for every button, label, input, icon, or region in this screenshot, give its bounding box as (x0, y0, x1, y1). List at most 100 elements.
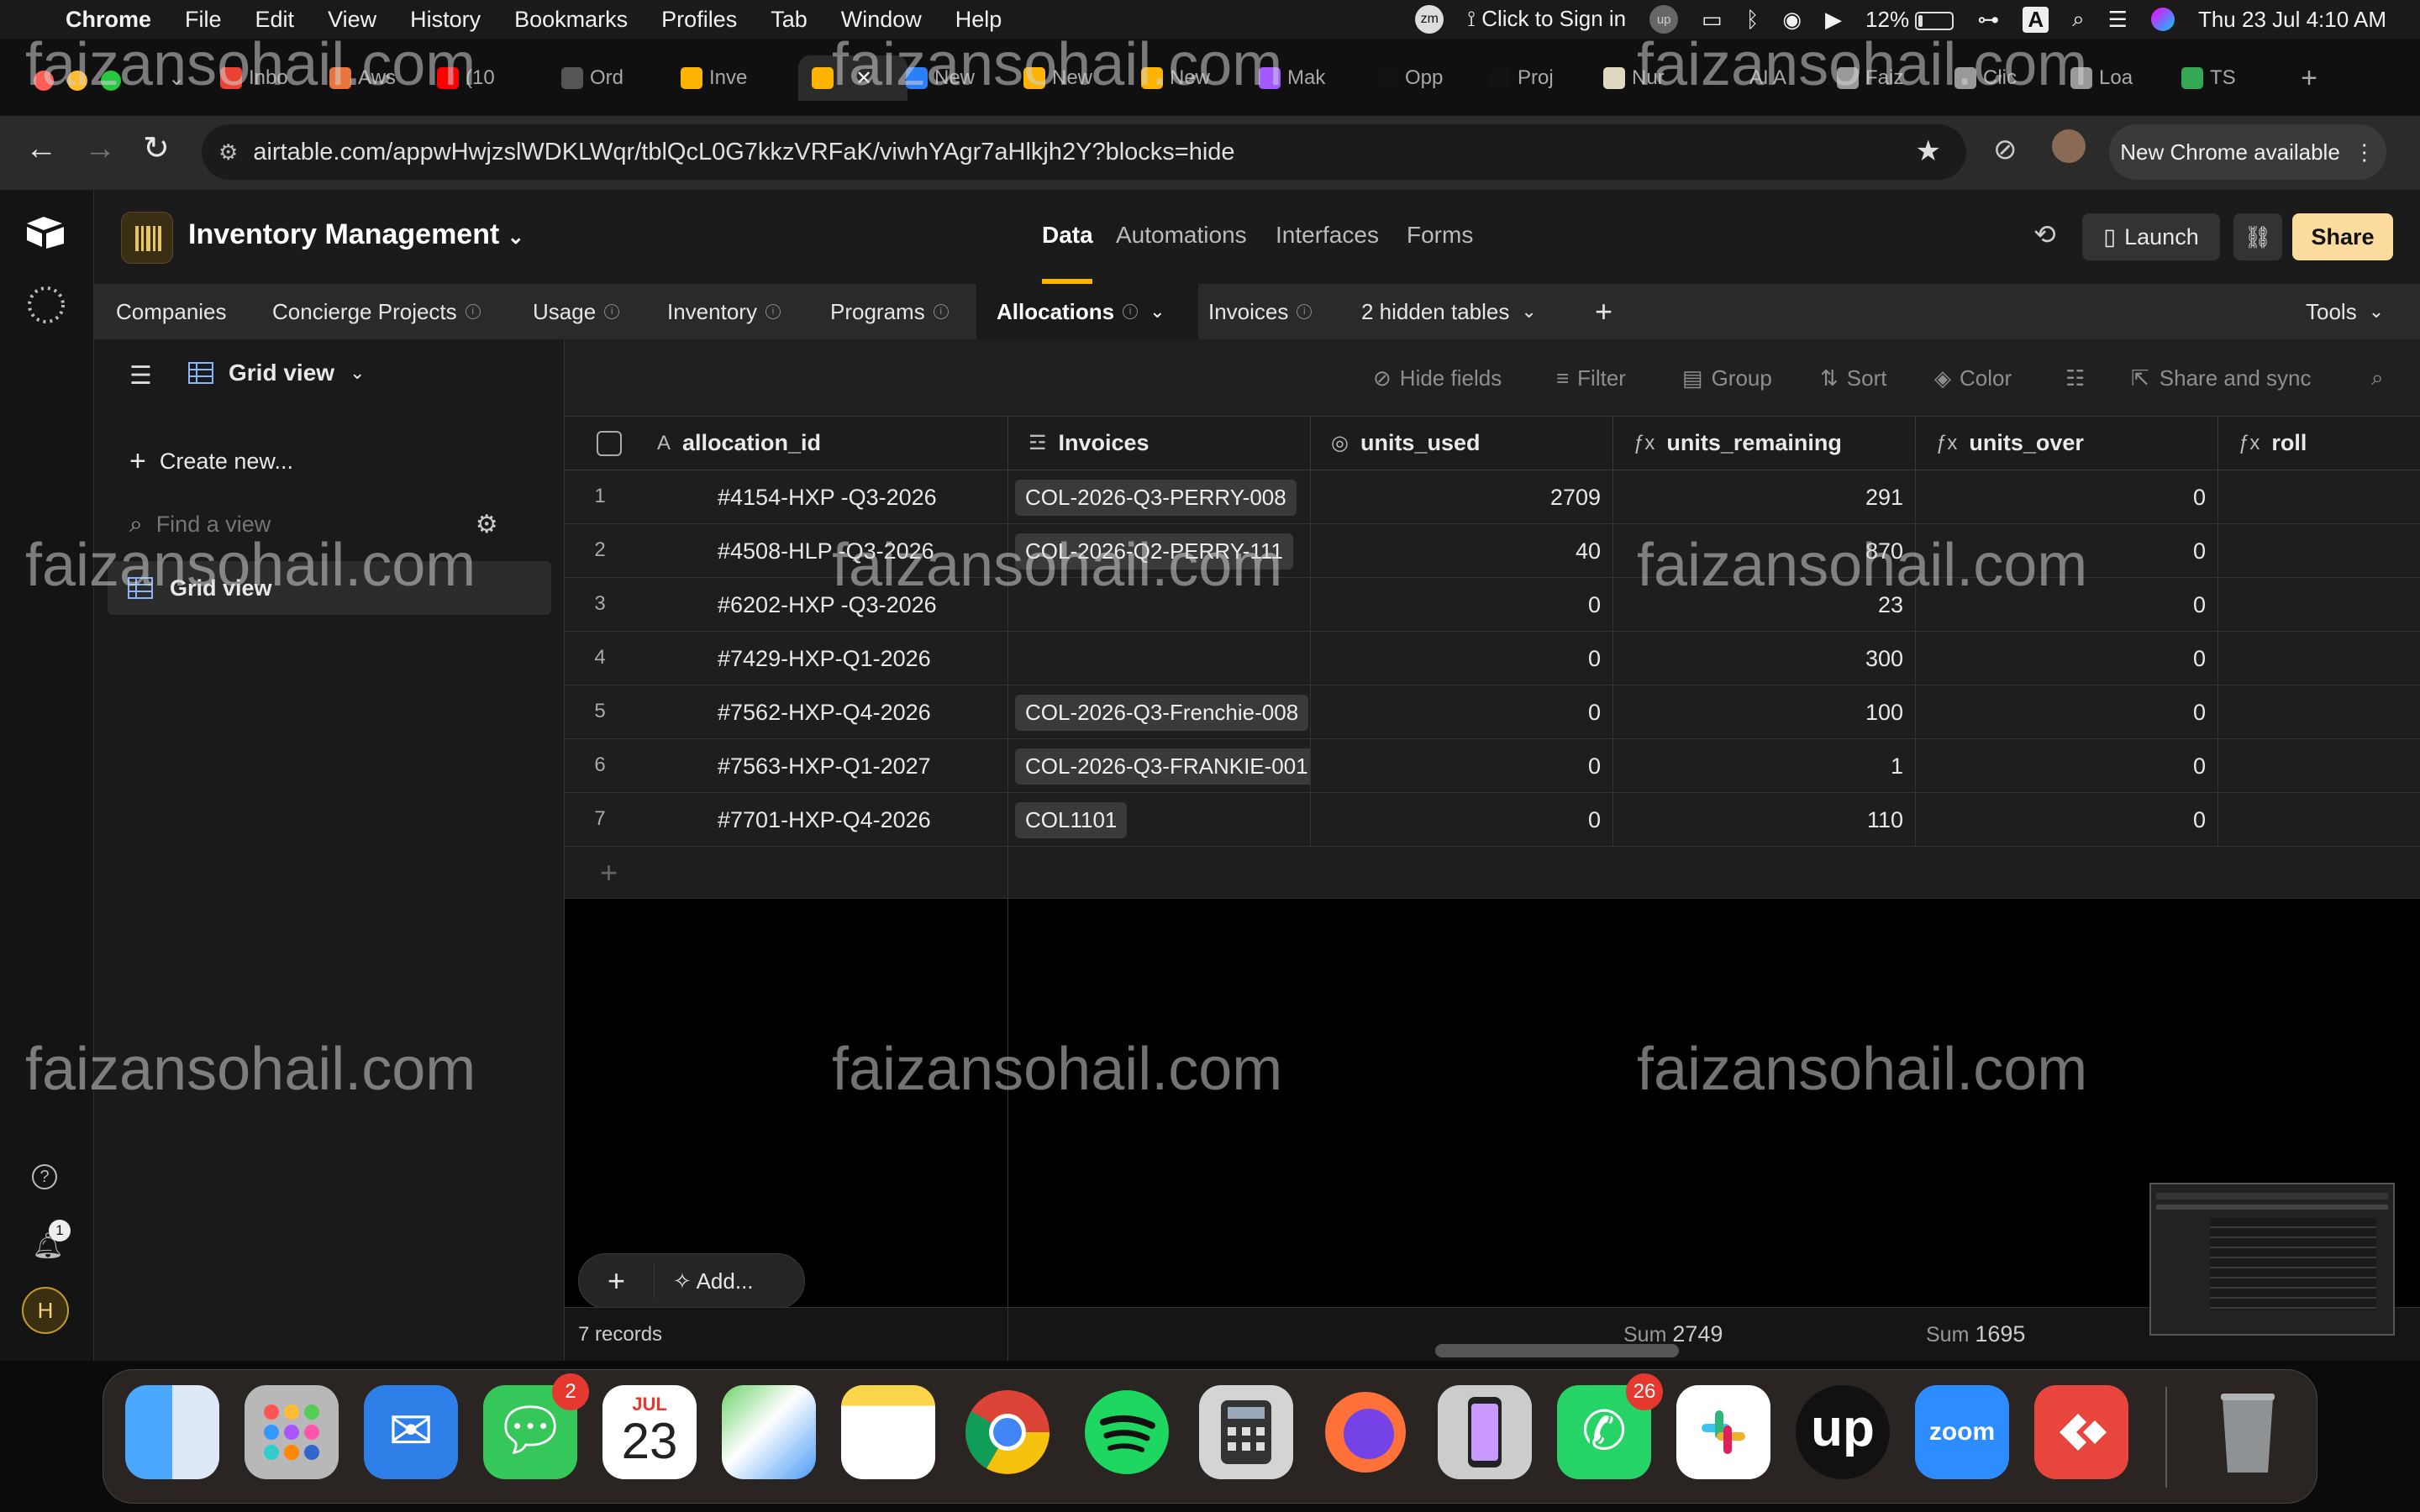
nav-forms[interactable]: Forms (1407, 222, 1473, 249)
table-tab-inventory[interactable]: Inventory i (667, 284, 781, 339)
find-view-input[interactable] (155, 511, 476, 538)
menu-profiles[interactable]: Profiles (661, 7, 737, 33)
cell-invoices[interactable]: COL-2026-Q3-PERRY-008 (1008, 470, 1311, 524)
slack-icon[interactable] (1676, 1385, 1770, 1479)
table-row[interactable]: 4 #7429-HXP-Q1-2026 0 300 0 (565, 632, 2420, 685)
omni-ai-icon[interactable] (25, 284, 67, 326)
find-view-field[interactable]: ⌕ ⚙ (129, 502, 533, 546)
menubar-clock[interactable]: Thu 23 Jul 4:10 AM (2198, 7, 2386, 33)
table-tab-invoices[interactable]: Invoices i (1208, 284, 1313, 339)
browser-tab[interactable]: Mak (1259, 55, 1361, 101)
browser-tab[interactable]: Loa (2070, 55, 2173, 101)
more-menu-icon[interactable]: ⋮ (2354, 139, 2375, 165)
firefox-icon[interactable] (1318, 1385, 1413, 1479)
browser-tab[interactable]: TS (2181, 55, 2284, 101)
control-center-icon[interactable]: ☰ (2108, 7, 2128, 33)
notes-icon[interactable] (841, 1385, 935, 1479)
column-header-units-used[interactable]: ◎ units_used (1311, 417, 1613, 470)
sign-in-status[interactable]: ⟟ Click to Sign in (1467, 6, 1626, 33)
menu-edit[interactable]: Edit (255, 7, 295, 33)
cell-units-over[interactable]: 0 (1916, 739, 2218, 793)
bookmark-star-icon[interactable]: ★ (1916, 134, 1941, 168)
cell-allocation-id[interactable]: #7701-HXP-Q4-2026 (565, 793, 1008, 847)
anydesk-icon[interactable] (2034, 1385, 2128, 1479)
table-row[interactable]: 3 #6202-HXP -Q3-2026 0 23 0 (565, 578, 2420, 632)
cell-allocation-id[interactable]: #7563-HXP-Q1-2027 (565, 739, 1008, 793)
add-with-ai-button[interactable]: ✧ Add... (673, 1268, 754, 1294)
cell-units-used[interactable]: 2709 (1311, 470, 1613, 524)
browser-tab[interactable]: Aws (329, 55, 432, 101)
table-row[interactable]: 5 #7562-HXP-Q4-2026 COL-2026-Q3-Frenchie-0… (565, 685, 2420, 739)
color-button[interactable]: ◈ Color (1934, 339, 2012, 417)
group-button[interactable]: ▤ Group (1682, 339, 1772, 417)
browser-tab[interactable]: Opp (1376, 55, 1479, 101)
browser-tab[interactable]: New (1023, 55, 1126, 101)
zoom-menu-icon[interactable]: zm (1415, 5, 1444, 34)
reload-icon[interactable]: ↻ (143, 129, 170, 167)
accessibility-icon[interactable]: ◉ (1782, 7, 1802, 33)
cell-invoices[interactable] (1008, 578, 1311, 632)
screenshot-thumbnail[interactable] (2149, 1183, 2395, 1336)
forward-icon[interactable]: → (84, 131, 116, 167)
browser-tab[interactable]: Inve (681, 55, 783, 101)
table-tab-programs[interactable]: Programs i (830, 284, 949, 339)
browser-tab[interactable]: Proj (1489, 55, 1591, 101)
cell-invoices[interactable]: COL1101 (1008, 793, 1311, 847)
airtable-logo-icon[interactable] (25, 215, 66, 249)
cell-units-remaining[interactable]: 300 (1613, 632, 1916, 685)
messages-icon[interactable]: 💬︎ 2 (483, 1373, 589, 1479)
base-icon[interactable] (121, 212, 173, 264)
cell-roll[interactable] (2218, 793, 2420, 847)
browser-tab[interactable]: AI A (1721, 55, 1823, 101)
browser-tab[interactable]: Ord (561, 55, 664, 101)
zoom-window-button[interactable] (101, 71, 121, 91)
add-record-row[interactable]: + (565, 847, 2420, 899)
cell-units-used[interactable]: 0 (1311, 793, 1613, 847)
cell-allocation-id[interactable]: #6202-HXP -Q3-2026 (565, 578, 1008, 632)
browser-tab[interactable]: Inbo (220, 55, 323, 101)
menu-window[interactable]: Window (841, 7, 922, 33)
browser-tab[interactable]: (10 (437, 55, 539, 101)
new-tab-button[interactable]: + (2292, 55, 2326, 101)
filter-button[interactable]: ≡ Filter (1556, 339, 1626, 417)
table-row[interactable]: 2 #4508-HLP -Q3-2026 COL-2026-Q2-PERRY-111… (565, 524, 2420, 578)
search-icon[interactable]: ⌕ (2371, 339, 2384, 417)
menu-view[interactable]: View (328, 7, 376, 33)
hidden-tables-dropdown[interactable]: 2 hidden tables ⌄ (1361, 284, 1537, 339)
finder-icon[interactable] (125, 1385, 219, 1479)
display-icon[interactable]: ▭ (1702, 7, 1723, 33)
menu-help[interactable]: Help (955, 7, 1002, 33)
cell-roll[interactable] (2218, 524, 2420, 578)
browser-tab[interactable]: Faiz (1837, 55, 1939, 101)
table-row[interactable]: 7 #7701-HXP-Q4-2026 COL1101 0 110 0 (565, 793, 2420, 847)
history-icon[interactable]: ⟲ (2033, 218, 2056, 250)
upwork-menu-icon[interactable]: up (1649, 5, 1679, 34)
cell-units-used[interactable]: 0 (1311, 632, 1613, 685)
zoom-icon[interactable]: zoom (1915, 1385, 2009, 1479)
select-all-checkbox[interactable] (597, 430, 622, 456)
column-header-units-over[interactable]: ƒx units_over (1916, 417, 2218, 470)
tools-menu[interactable]: Tools ⌄ (2306, 284, 2384, 339)
cell-units-over[interactable]: 0 (1916, 470, 2218, 524)
cell-invoices[interactable]: COL-2026-Q3-FRANKIE-001 (1008, 739, 1311, 793)
menu-file[interactable]: File (185, 7, 222, 33)
row-height-icon[interactable]: ☷ (2065, 339, 2085, 417)
chevron-down-icon[interactable]: ⌄ (1150, 301, 1165, 323)
spotlight-search-icon[interactable]: ⌕ (2072, 6, 2085, 33)
table-tab-concierge-projects[interactable]: Concierge Projects i (272, 284, 481, 339)
browser-tab[interactable]: Clic (1954, 55, 2057, 101)
create-new-view-button[interactable]: + Create new... (129, 445, 293, 478)
nav-data[interactable]: Data (1042, 222, 1093, 249)
settings-gear-icon[interactable]: ⚙ (476, 510, 498, 539)
menu-history[interactable]: History (410, 7, 481, 33)
chrome-icon[interactable] (960, 1385, 1055, 1479)
whatsapp-icon[interactable]: ✆ 26 (1557, 1373, 1663, 1479)
cell-units-remaining[interactable]: 23 (1613, 578, 1916, 632)
cell-roll[interactable] (2218, 632, 2420, 685)
table-tab-usage[interactable]: Usage i (533, 284, 620, 339)
input-source[interactable]: A (2023, 6, 2049, 33)
copy-link-icon[interactable]: ⛓ (2233, 213, 2282, 260)
view-switcher[interactable]: Grid view ⌄ (188, 360, 365, 386)
user-avatar[interactable]: H (22, 1287, 69, 1334)
sort-button[interactable]: ⇅ Sort (1820, 339, 1886, 417)
